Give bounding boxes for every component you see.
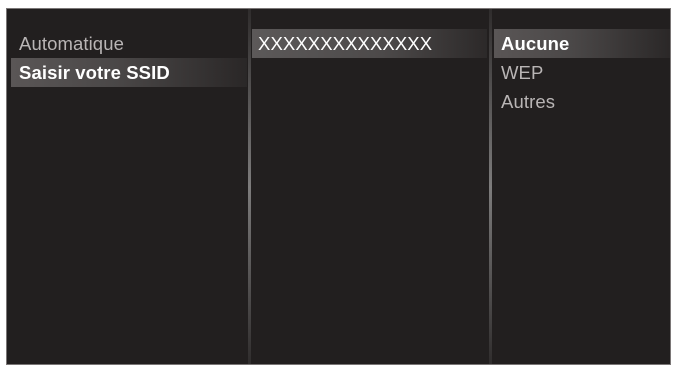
security-option-aucune[interactable]: Aucune: [494, 29, 670, 58]
ssid-column: XXXXXXXXXXXXXX: [252, 29, 487, 364]
security-option-wep[interactable]: WEP: [494, 58, 670, 87]
column-divider: [489, 9, 492, 364]
ssid-field[interactable]: XXXXXXXXXXXXXX: [252, 29, 487, 58]
network-setup-screen: Automatique Saisir votre SSID XXXXXXXXXX…: [6, 8, 671, 365]
connection-method-list: Automatique Saisir votre SSID: [11, 29, 247, 364]
menu-item-saisir-ssid[interactable]: Saisir votre SSID: [11, 58, 247, 87]
security-option-autres[interactable]: Autres: [494, 87, 670, 116]
column-divider: [248, 9, 251, 364]
security-type-list: Aucune WEP Autres: [494, 29, 670, 364]
menu-item-automatique[interactable]: Automatique: [11, 29, 247, 58]
